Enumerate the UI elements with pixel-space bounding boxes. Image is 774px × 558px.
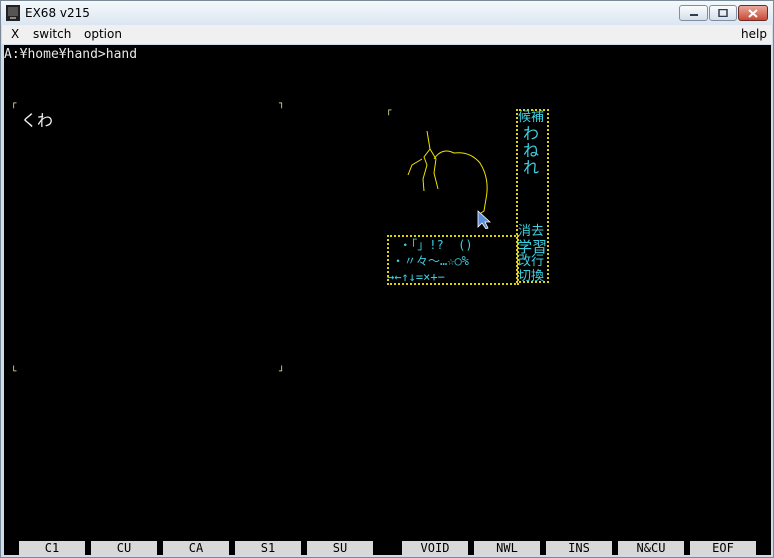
symbol-row-2[interactable]: ・〃々〜…☆○% (392, 254, 469, 268)
maximize-icon (718, 9, 728, 17)
candidate-label: 候補 (518, 110, 545, 125)
window-title: EX68 v215 (25, 6, 90, 20)
text-window-corner: ┌ (11, 99, 17, 109)
function-key-bar: C1 CU CA S1 SU VOID NWL INS N&CU EOF (4, 541, 771, 555)
menu-bar: X switch option help (2, 25, 772, 44)
close-button[interactable] (738, 5, 768, 21)
menu-option[interactable]: option (84, 27, 122, 41)
fkey-7[interactable]: NWL (474, 541, 540, 555)
text-window-corner: ┐ (279, 99, 285, 109)
menu-x[interactable]: X (11, 27, 19, 41)
input-text: くわ (21, 111, 54, 130)
mouse-cursor-icon (477, 210, 492, 229)
menu-switch[interactable]: switch (33, 27, 71, 41)
minimize-button[interactable] (679, 5, 708, 21)
fkey-9[interactable]: N&CU (618, 541, 684, 555)
fkey-4[interactable]: S1 (235, 541, 301, 555)
maximize-button[interactable] (709, 5, 737, 21)
handwriting-canvas[interactable] (394, 113, 514, 229)
fkey-6[interactable]: VOID (402, 541, 468, 555)
text-window-corner: ┘ (279, 367, 285, 377)
fkey-5[interactable]: SU (307, 541, 373, 555)
close-icon (748, 8, 758, 18)
symbol-row-3[interactable]: →←↑↓=×+− (387, 270, 445, 284)
terminal-screen[interactable]: A:¥home¥hand>hand ┌ ┐ └ ┘ くわ ┌ 候補 わ ね れ … (4, 45, 771, 555)
minimize-icon (689, 14, 698, 16)
clear-button[interactable]: 消去 (518, 225, 544, 239)
fkey-8[interactable]: INS (546, 541, 612, 555)
learn-button[interactable]: 学習 (517, 239, 547, 255)
switch-button[interactable]: 切換 (518, 270, 544, 284)
command-prompt: A:¥home¥hand>hand (4, 47, 138, 62)
text-window-corner: └ (11, 367, 17, 377)
candidate-3[interactable]: れ (523, 159, 539, 177)
newline-button[interactable]: 改行 (518, 255, 544, 269)
pad-corner: ┌ (386, 106, 392, 116)
app-window: EX68 v215 X switch option help A:¥home¥h… (0, 0, 774, 558)
symbol-row-1[interactable]: ・「」!? () (392, 238, 472, 252)
title-bar[interactable]: EX68 v215 (1, 1, 773, 25)
fkey-2[interactable]: CU (91, 541, 157, 555)
fkey-3[interactable]: CA (163, 541, 229, 555)
fkey-1[interactable]: C1 (19, 541, 85, 555)
fkey-10[interactable]: EOF (690, 541, 756, 555)
menu-help[interactable]: help (741, 27, 767, 41)
app-icon[interactable] (6, 5, 20, 21)
